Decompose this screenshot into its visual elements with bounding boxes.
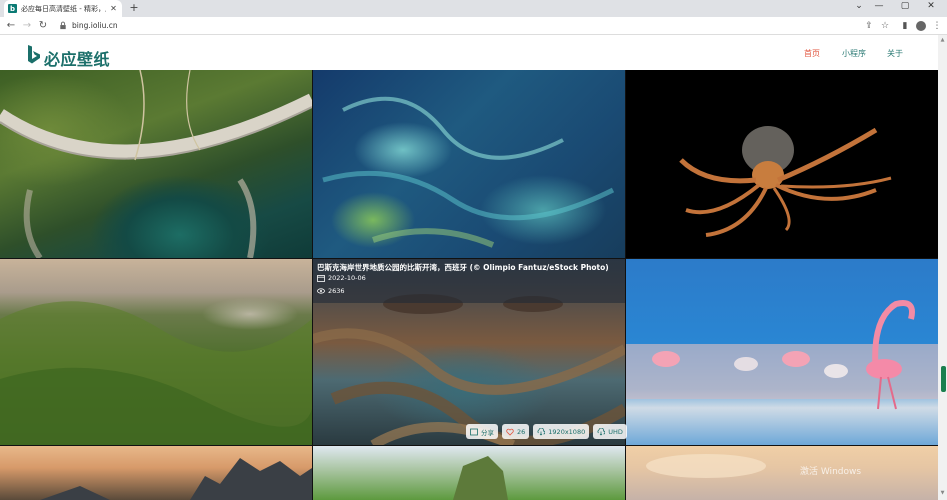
- site-header: 必应壁纸 首页 小程序 关于: [0, 35, 938, 70]
- reload-button[interactable]: ↻: [35, 20, 51, 31]
- nav-about[interactable]: 关于: [887, 48, 903, 59]
- url-text: bing.ioliu.cn: [72, 21, 118, 30]
- wallpaper-actions: 分享 26 1920x1080 UHD: [466, 424, 631, 439]
- browser-toolbar: ← → ↻ bing.ioliu.cn ⇪ ☆ ▮ ⋮: [0, 17, 947, 35]
- browser-tab-strip: b 必应每日高清壁纸 - 精彩，从这里开始 ✕ + ⌄ — ▢ ✕: [0, 0, 947, 17]
- scroll-up-icon[interactable]: ▲: [938, 37, 947, 46]
- wallpaper-tile[interactable]: [626, 446, 938, 500]
- site-logo-text[interactable]: 必应壁纸: [44, 46, 110, 70]
- forward-button[interactable]: →: [19, 20, 35, 31]
- flamingos-photo: [626, 300, 938, 410]
- mountain-sunset-photo: [40, 458, 312, 500]
- date-text: 2022-10-06: [328, 274, 366, 282]
- wallpaper-caption[interactable]: 巴斯克海岸世界地质公园的比斯开湾，西班牙 (© Olimpio Fantuz/e…: [317, 262, 609, 273]
- wallpaper-tile[interactable]: [0, 259, 312, 445]
- nav-home[interactable]: 首页: [804, 48, 820, 59]
- plankton-bloom-photo: [322, 96, 615, 248]
- wallpaper-tile[interactable]: [313, 446, 625, 500]
- download-icon: [537, 427, 546, 436]
- octopus-photo: [679, 126, 892, 237]
- download-uhd-button[interactable]: UHD: [593, 424, 627, 439]
- green-cliffs-photo: [453, 456, 508, 500]
- download-icon: [597, 427, 606, 436]
- wallpaper-views: 2636: [317, 287, 345, 295]
- wallpaper-tile[interactable]: [0, 446, 312, 500]
- nav-mini-program[interactable]: 小程序: [842, 48, 866, 59]
- minimize-button[interactable]: —: [870, 1, 888, 11]
- wallpaper-date: 2022-10-06: [317, 274, 366, 282]
- wallpaper-tile[interactable]: [626, 70, 938, 258]
- site-favicon-icon: b: [8, 4, 17, 13]
- close-window-button[interactable]: ✕: [922, 1, 940, 11]
- wallpaper-tile[interactable]: [626, 259, 938, 445]
- bing-logo-icon: [28, 45, 40, 64]
- windows-activation-watermark: 激活 Windows: [800, 467, 862, 477]
- scroll-thumb[interactable]: [941, 366, 946, 392]
- bookmark-star-icon[interactable]: ☆: [877, 17, 893, 35]
- sidebar-icon[interactable]: ▮: [897, 17, 913, 35]
- menu-kebab-icon[interactable]: ⋮: [929, 17, 945, 35]
- valley-photo: [0, 301, 312, 445]
- maximize-button[interactable]: ▢: [896, 1, 914, 11]
- download-1080-button[interactable]: 1920x1080: [533, 424, 590, 439]
- address-bar[interactable]: bing.ioliu.cn: [58, 18, 878, 33]
- back-button[interactable]: ←: [3, 20, 19, 31]
- page-scrollbar[interactable]: [938, 35, 947, 500]
- profile-avatar[interactable]: [913, 17, 929, 35]
- eye-icon: [317, 288, 325, 294]
- calendar-icon: [317, 275, 325, 282]
- dam-photo: [0, 70, 312, 258]
- heart-icon: [506, 428, 514, 436]
- wallpaper-tile[interactable]: [0, 70, 312, 258]
- wallpaper-tile[interactable]: [313, 70, 625, 258]
- share-page-icon[interactable]: ⇪: [861, 17, 877, 35]
- tab-title: 必应每日高清壁纸 - 精彩，从这里开始: [21, 4, 106, 13]
- tab-search-icon[interactable]: ⌄: [850, 1, 868, 11]
- tab-close-icon[interactable]: ✕: [109, 4, 118, 13]
- share-icon: [470, 428, 478, 436]
- share-button[interactable]: 分享: [466, 424, 498, 439]
- lock-icon: [60, 21, 66, 30]
- scroll-down-icon[interactable]: ▼: [938, 490, 947, 499]
- new-tab-button[interactable]: +: [127, 1, 141, 14]
- sunset-sky-photo: [646, 454, 766, 478]
- views-text: 2636: [328, 287, 345, 295]
- like-button[interactable]: 26: [502, 424, 530, 439]
- browser-tab[interactable]: b 必应每日高清壁纸 - 精彩，从这里开始 ✕: [4, 0, 122, 17]
